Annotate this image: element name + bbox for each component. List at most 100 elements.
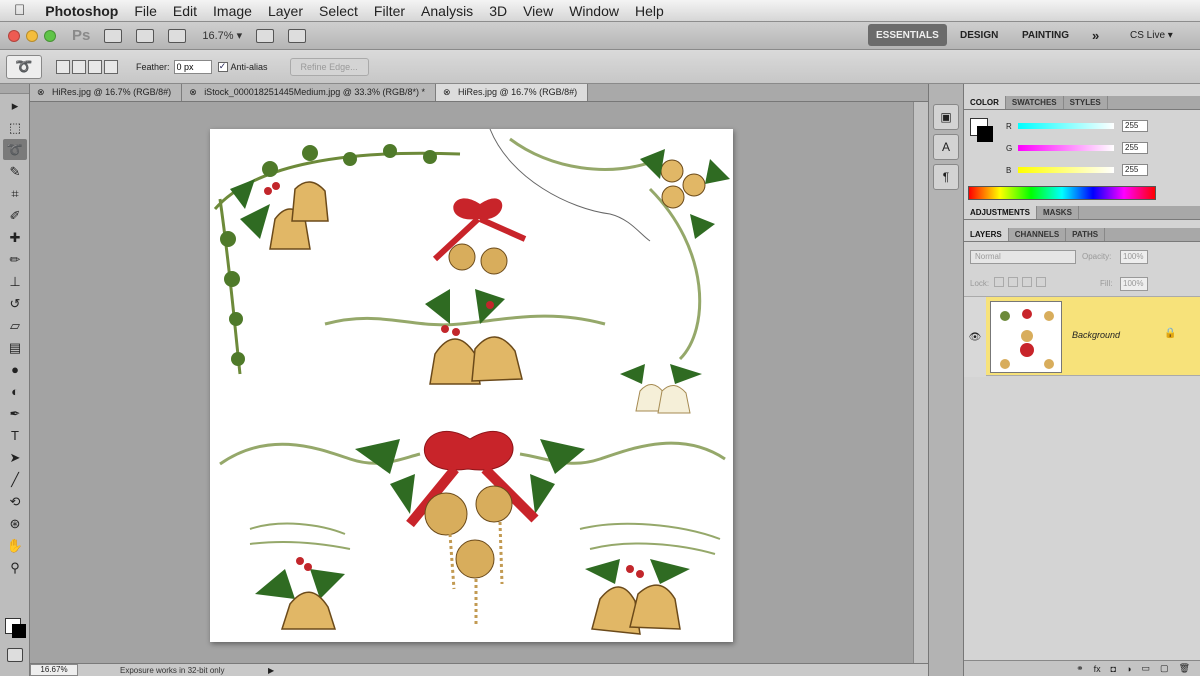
tab-styles[interactable]: STYLES (1064, 96, 1108, 109)
move-tool-icon[interactable]: ▸ (3, 95, 27, 116)
quick-selection-tool-icon[interactable]: ✎ (3, 161, 27, 182)
tab-color[interactable]: COLOR (964, 96, 1006, 109)
link-layers-icon[interactable]: ⚭ (1076, 663, 1084, 674)
screen-mode-icon[interactable] (288, 28, 307, 43)
paragraph-panel-icon[interactable]: ¶ (933, 164, 959, 190)
lasso-tool-icon[interactable]: ➰ (3, 139, 27, 160)
new-group-icon[interactable]: ▭ (1142, 663, 1151, 674)
tab-swatches[interactable]: SWATCHES (1006, 96, 1064, 109)
lock-image-icon[interactable] (1008, 277, 1018, 287)
zoom-tool-icon[interactable]: ⚲ (3, 557, 27, 578)
layer-style-icon[interactable]: fx (1094, 664, 1101, 674)
subtract-from-selection-icon[interactable] (88, 59, 102, 74)
history-brush-tool-icon[interactable]: ↺ (3, 293, 27, 314)
gradient-tool-icon[interactable]: ▤ (3, 337, 27, 358)
tab-adjustments[interactable]: ADJUSTMENTS (964, 206, 1038, 219)
pen-tool-icon[interactable]: ✒ (3, 403, 27, 424)
eraser-tool-icon[interactable]: ▱ (3, 315, 27, 336)
menu-photoshop[interactable]: Photoshop (45, 3, 118, 19)
close-tab-icon[interactable]: ⊗ (443, 87, 451, 98)
workspace-painting[interactable]: PAINTING (1014, 24, 1077, 46)
blue-value[interactable]: 255 (1122, 164, 1148, 176)
workspace-design[interactable]: DESIGN (952, 24, 1006, 46)
red-value[interactable]: 255 (1122, 120, 1148, 132)
doc-tab-hires-1[interactable]: ⊗ HiRes.jpg @ 16.7% (RGB/8#) (30, 84, 183, 101)
doc-tab-hires-active[interactable]: ⊗ HiRes.jpg @ 16.7% (RGB/8#) (435, 84, 589, 101)
quick-mask-icon[interactable] (7, 648, 23, 662)
close-tab-icon[interactable]: ⊗ (189, 87, 197, 98)
history-panel-icon[interactable]: ▣ (933, 104, 959, 130)
hand-tool-icon[interactable]: ✋ (3, 535, 27, 556)
new-layer-icon[interactable]: ▢ (1160, 663, 1169, 674)
vertical-scrollbar[interactable] (913, 102, 928, 663)
workspace-more-icon[interactable]: » (1084, 24, 1107, 46)
zoom-level-dropdown[interactable]: 16.7% ▾ (202, 29, 242, 42)
close-tab-icon[interactable]: ⊗ (37, 87, 45, 98)
menu-select[interactable]: Select (319, 3, 358, 19)
feather-input[interactable] (173, 59, 212, 74)
zoom-status-field[interactable]: 16.67% (30, 664, 78, 676)
blend-mode-select[interactable]: Normal (970, 250, 1076, 264)
lock-all-icon[interactable] (1036, 277, 1046, 287)
blur-tool-icon[interactable]: ● (3, 359, 27, 380)
document-canvas[interactable] (210, 129, 733, 642)
brush-tool-icon[interactable]: ✏ (3, 249, 27, 270)
minimize-window-button[interactable] (26, 29, 38, 42)
workspace-essentials[interactable]: ESSENTIALS (868, 24, 947, 46)
apple-menu-icon[interactable]:  (14, 2, 25, 19)
new-selection-icon[interactable] (56, 59, 70, 74)
marquee-tool-icon[interactable]: ⬚ (3, 117, 27, 138)
menu-help[interactable]: Help (635, 3, 664, 19)
fill-input[interactable]: 100% (1120, 277, 1148, 291)
menu-image[interactable]: Image (213, 3, 252, 19)
antialias-checkbox[interactable]: ✓ (217, 61, 228, 72)
canvas-area[interactable] (30, 102, 928, 663)
background-color-swatch[interactable] (12, 624, 26, 638)
red-slider[interactable] (1018, 123, 1114, 129)
add-to-selection-icon[interactable] (72, 59, 86, 74)
lock-transparent-icon[interactable] (994, 277, 1004, 287)
clone-stamp-tool-icon[interactable]: ⊥ (3, 271, 27, 292)
view-extras-icon[interactable] (168, 28, 187, 43)
menu-edit[interactable]: Edit (173, 3, 197, 19)
lasso-tool-preset-icon[interactable]: ➰ (6, 54, 42, 79)
tools-panel-grip[interactable] (0, 84, 29, 94)
refine-edge-button[interactable]: Refine Edge... (289, 57, 369, 76)
menu-view[interactable]: View (523, 3, 553, 19)
eyedropper-tool-icon[interactable]: ✐ (3, 205, 27, 226)
lock-position-icon[interactable] (1022, 277, 1032, 287)
shape-tool-icon[interactable]: ╱ (3, 469, 27, 490)
color-spectrum-bar[interactable] (968, 186, 1156, 200)
character-panel-icon[interactable]: A (933, 134, 959, 160)
path-selection-tool-icon[interactable]: ➤ (3, 447, 27, 468)
menu-analysis[interactable]: Analysis (421, 3, 473, 19)
menu-window[interactable]: Window (569, 3, 619, 19)
green-value[interactable]: 255 (1122, 142, 1148, 154)
add-mask-icon[interactable]: ◘ (1111, 664, 1116, 674)
blue-slider[interactable] (1018, 167, 1114, 173)
intersect-selection-icon[interactable] (104, 59, 118, 74)
crop-tool-icon[interactable]: ⌗ (3, 183, 27, 204)
type-tool-icon[interactable]: T (3, 425, 27, 446)
healing-brush-tool-icon[interactable]: ✚ (3, 227, 27, 248)
menu-filter[interactable]: Filter (374, 3, 405, 19)
arrange-documents-icon[interactable] (256, 28, 275, 43)
tab-channels[interactable]: CHANNELS (1009, 228, 1067, 241)
tab-masks[interactable]: MASKS (1037, 206, 1079, 219)
close-window-button[interactable] (8, 29, 20, 42)
status-menu-arrow-icon[interactable]: ▶ (268, 666, 274, 675)
dodge-tool-icon[interactable]: ◐ (3, 381, 27, 402)
menu-3d[interactable]: 3D (489, 3, 507, 19)
green-slider[interactable] (1018, 145, 1114, 151)
color-panel-background[interactable] (977, 126, 993, 142)
doc-tab-istock[interactable]: ⊗ iStock_000018251445Medium.jpg @ 33.3% (… (182, 84, 436, 101)
layer-visibility-eye-icon[interactable]: 👁 (964, 297, 986, 377)
launch-bridge-icon[interactable] (104, 28, 123, 43)
launch-mini-bridge-icon[interactable] (136, 28, 155, 43)
3d-orbit-tool-icon[interactable]: ⊛ (3, 513, 27, 534)
tab-layers[interactable]: LAYERS (964, 228, 1009, 241)
zoom-window-button[interactable] (44, 29, 56, 42)
menu-file[interactable]: File (134, 3, 157, 19)
delete-layer-icon[interactable]: 🗑 (1179, 663, 1190, 674)
3d-rotate-tool-icon[interactable]: ⟲ (3, 491, 27, 512)
